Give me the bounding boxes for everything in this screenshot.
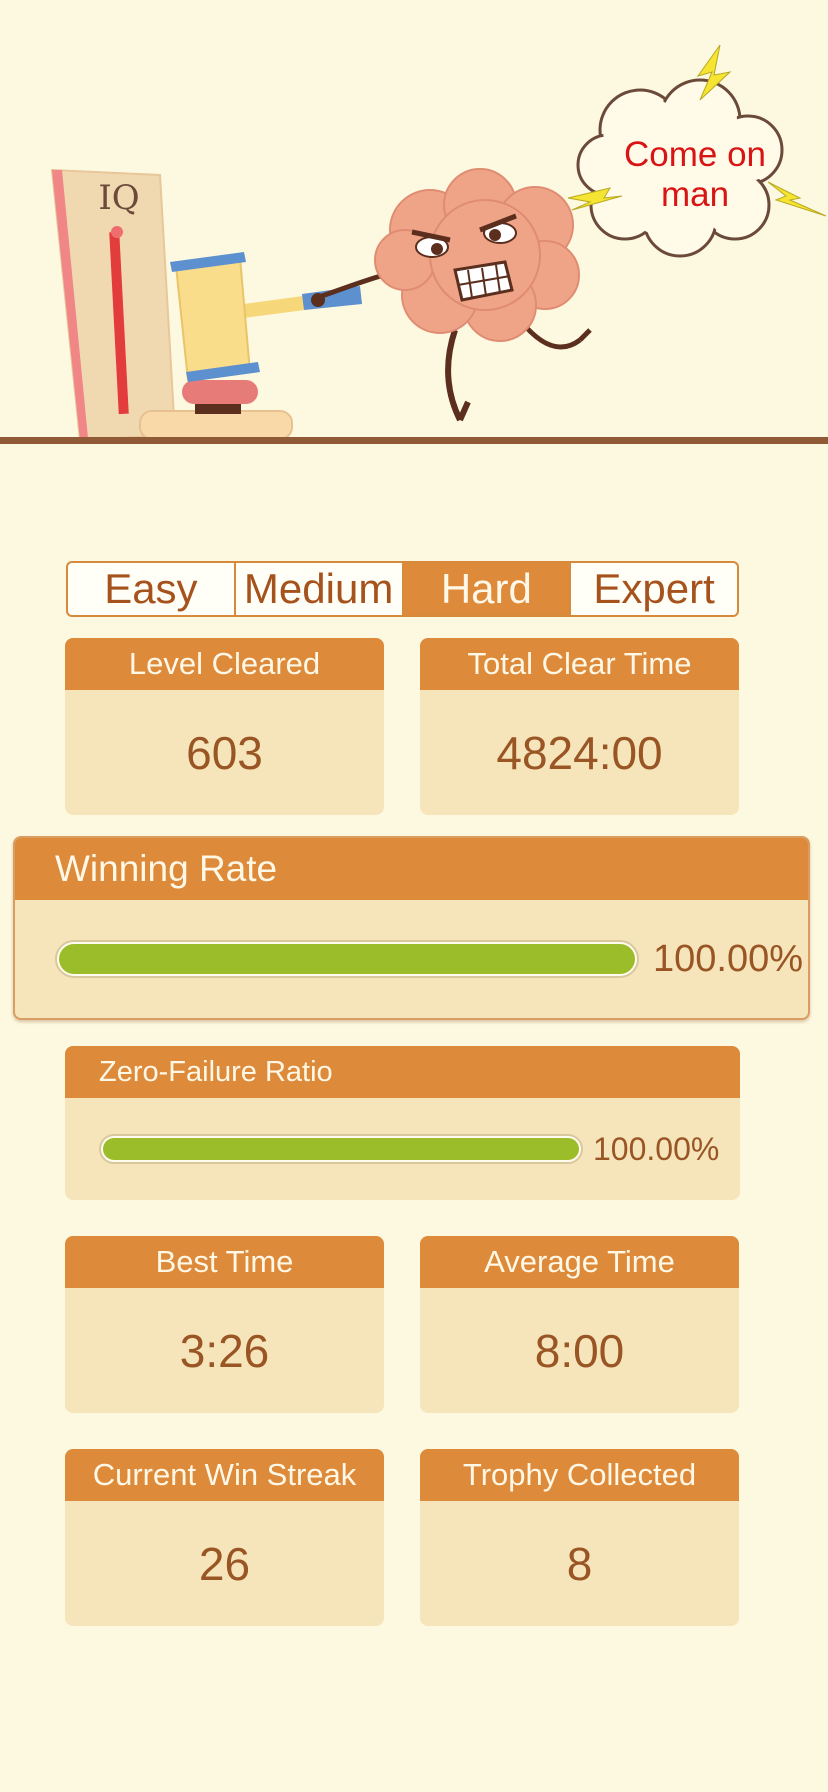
winning-rate-progress-bar [55,940,639,978]
zero-failure-progress-bar [99,1134,583,1164]
winning-rate-label: Winning Rate [15,838,808,900]
trophy-collected-value: 8 [566,1537,593,1590]
level-cleared-label: Level Cleared [65,638,384,690]
speech-bubble-text: Come on man [605,135,785,215]
best-time-label: Best Time [65,1236,384,1288]
difficulty-tabs: Easy Medium Hard Expert [66,561,739,617]
current-win-streak-value: 26 [198,1537,251,1590]
best-time-value: 3:26 [179,1324,270,1377]
zero-failure-ratio-value: 100.00% [593,1130,720,1167]
tab-medium[interactable]: Medium [236,563,404,615]
total-clear-time-label: Total Clear Time [420,638,739,690]
winning-rate-card: Winning Rate 100.00% [13,836,810,1020]
zero-failure-ratio-card: Zero-Failure Ratio 100.00% [65,1046,740,1200]
hero-illustration: IQ Come on man [0,0,828,448]
current-win-streak-card: Current Win Streak 26 [65,1449,384,1626]
average-time-card: Average Time 8:00 [420,1236,739,1413]
best-time-card: Best Time 3:26 [65,1236,384,1413]
average-time-label: Average Time [420,1236,739,1288]
tab-easy[interactable]: Easy [68,563,236,615]
current-win-streak-label: Current Win Streak [65,1449,384,1501]
tab-expert[interactable]: Expert [571,563,737,615]
total-clear-time-card: Total Clear Time 4824:00 [420,638,739,815]
trophy-collected-label: Trophy Collected [420,1449,739,1501]
winning-rate-progress-fill [59,944,635,974]
zero-failure-progress-fill [103,1138,579,1160]
zero-failure-ratio-label: Zero-Failure Ratio [65,1046,740,1098]
level-cleared-value: 603 [186,726,263,779]
winning-rate-value: 100.00% [653,937,804,980]
trophy-collected-card: Trophy Collected 8 [420,1449,739,1626]
speech-line-1: Come on [623,135,767,174]
ground-line [0,437,828,444]
iq-label: IQ [98,178,140,218]
average-time-value: 8:00 [534,1324,625,1377]
tab-hard[interactable]: Hard [403,563,572,615]
level-cleared-card: Level Cleared 603 [65,638,384,815]
total-clear-time-value: 4824:00 [496,726,663,779]
speech-line-2: man [660,175,730,214]
brain-hammer-illustration [50,44,827,442]
